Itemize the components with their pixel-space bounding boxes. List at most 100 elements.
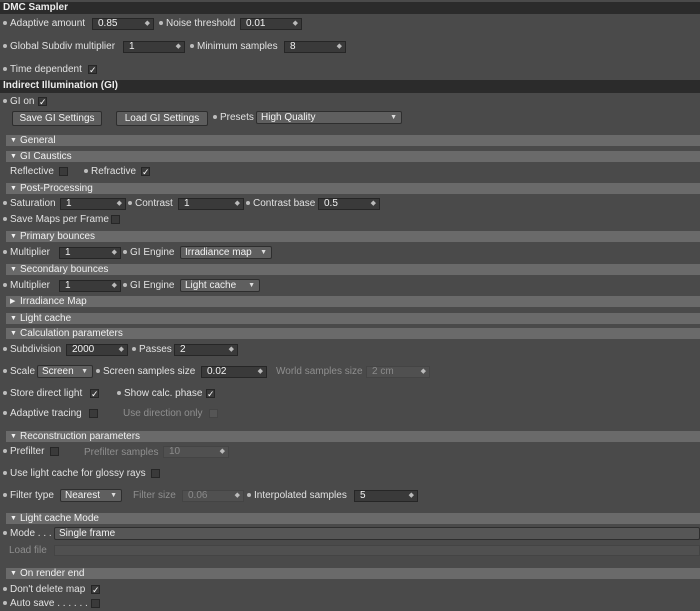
section-secondary-bounces[interactable]: ▼ Secondary bounces (6, 264, 700, 275)
presets-dropdown[interactable]: High Quality ▼ (256, 111, 402, 124)
noise-threshold-field[interactable]: 0.01 ◆ (240, 18, 302, 30)
spinner-icon[interactable]: ◆ (117, 199, 122, 209)
adaptive-amount-label: Adaptive amount (3, 18, 85, 30)
filter-size-label: Filter size (133, 490, 176, 501)
adaptive-tracing-label: Adaptive tracing (3, 408, 82, 420)
time-dependent-checkbox[interactable]: ✓ (88, 65, 97, 75)
glossy-rays-checkbox[interactable] (151, 469, 160, 478)
screen-samples-size-label: Screen samples size (96, 366, 195, 378)
primary-gi-engine-dropdown[interactable]: Irradiance map ▼ (180, 246, 272, 259)
mode-label: Mode . . . (3, 528, 52, 540)
expand-triangle-icon: ▼ (10, 137, 17, 144)
chevron-down-icon: ▼ (390, 114, 397, 121)
chevron-down-icon: ▼ (81, 368, 88, 375)
load-gi-settings-button[interactable]: Load GI Settings (116, 111, 208, 126)
show-calc-phase-label: Show calc. phase (117, 388, 202, 400)
expand-triangle-icon: ▼ (10, 433, 17, 440)
spinner-icon[interactable]: ◆ (145, 19, 150, 29)
section-gi-caustics[interactable]: ▼ GI Caustics (6, 151, 700, 162)
passes-field[interactable]: 2 ◆ (174, 344, 238, 356)
mode-dropdown[interactable]: Single frame (54, 527, 700, 540)
spinner-icon: ◆ (234, 492, 240, 499)
primary-gi-engine-label: GI Engine (123, 247, 174, 259)
dmc-sampler-header: DMC Sampler (0, 2, 700, 14)
adaptive-tracing-checkbox[interactable] (89, 409, 98, 418)
use-direction-only-label: Use direction only (123, 408, 203, 419)
spinner-icon[interactable]: ◆ (337, 42, 342, 52)
prefilter-samples-field: 10 ◆ (163, 446, 229, 458)
minimum-samples-field[interactable]: 8 ◆ (284, 41, 346, 53)
world-samples-size-field: 2 cm ◆ (366, 366, 430, 378)
minimum-samples-label: Minimum samples (190, 41, 278, 53)
secondary-gi-engine-label: GI Engine (123, 280, 174, 292)
section-light-cache[interactable]: ▼ Light cache (6, 313, 700, 324)
dont-delete-map-label: Don't delete map (3, 584, 85, 596)
spinner-icon[interactable]: ◆ (371, 199, 376, 209)
use-direction-only-checkbox (209, 409, 218, 418)
spinner-icon[interactable]: ◆ (293, 19, 298, 29)
section-on-render-end[interactable]: ▼ On render end (6, 568, 700, 579)
interpolated-samples-field[interactable]: 5 ◆ (354, 490, 418, 502)
spinner-icon[interactable]: ◆ (258, 367, 263, 377)
expand-triangle-icon: ▼ (10, 570, 17, 577)
section-primary-bounces[interactable]: ▼ Primary bounces (6, 231, 700, 242)
scale-dropdown[interactable]: Screen ▼ (37, 365, 93, 378)
spinner-icon[interactable]: ◆ (409, 491, 414, 501)
primary-multiplier-label: Multiplier (3, 247, 50, 259)
contrast-base-field[interactable]: 0.5 ◆ (318, 198, 380, 210)
interpolated-samples-label: Interpolated samples (247, 490, 347, 502)
adaptive-amount-field[interactable]: 0.85 ◆ (92, 18, 154, 30)
section-general[interactable]: ▼ General (6, 135, 700, 146)
expand-triangle-icon: ▼ (10, 185, 17, 192)
section-post-processing[interactable]: ▼ Post-Processing (6, 183, 700, 194)
filter-type-label: Filter type (3, 490, 54, 502)
contrast-label: Contrast (128, 198, 173, 210)
time-dependent-label: Time dependent (3, 64, 82, 76)
presets-label: Presets (213, 112, 254, 124)
auto-save-checkbox[interactable] (91, 599, 100, 608)
gi-header: Indirect Illumination (GI) (0, 80, 700, 93)
spinner-icon[interactable]: ◆ (112, 281, 117, 291)
screen-samples-size-field[interactable]: 0.02 ◆ (201, 366, 267, 378)
auto-save-label: Auto save . . . . . . . (3, 598, 93, 610)
secondary-multiplier-label: Multiplier (3, 280, 50, 292)
show-calc-phase-checkbox[interactable]: ✓ (206, 389, 215, 399)
saturation-field[interactable]: 1 ◆ (60, 198, 126, 210)
filter-type-dropdown[interactable]: Nearest ▼ (60, 489, 122, 502)
spinner-icon[interactable]: ◆ (119, 345, 124, 355)
secondary-gi-engine-dropdown[interactable]: Light cache ▼ (180, 279, 260, 292)
section-irradiance-map[interactable]: ▶ Irradiance Map (6, 296, 700, 307)
subdivision-field[interactable]: 2000 ◆ (66, 344, 128, 356)
section-calculation-parameters[interactable]: ▼ Calculation parameters (6, 328, 700, 339)
section-light-cache-mode[interactable]: ▼ Light cache Mode (6, 513, 700, 524)
dont-delete-map-checkbox[interactable]: ✓ (91, 585, 100, 595)
reflective-checkbox[interactable] (59, 167, 68, 176)
spinner-icon[interactable]: ◆ (229, 345, 234, 355)
global-subdiv-label: Global Subdiv multiplier (3, 41, 115, 53)
spinner-icon[interactable]: ◆ (235, 199, 240, 209)
primary-multiplier-field[interactable]: 1 ◆ (59, 247, 121, 259)
save-maps-per-frame-checkbox[interactable] (111, 215, 120, 224)
expand-triangle-icon: ▼ (10, 330, 17, 337)
refractive-label: Refractive (84, 166, 136, 178)
secondary-multiplier-field[interactable]: 1 ◆ (59, 280, 121, 292)
spinner-icon[interactable]: ◆ (112, 248, 117, 258)
expand-triangle-icon: ▼ (10, 233, 17, 240)
section-reconstruction-parameters[interactable]: ▼ Reconstruction parameters (6, 431, 700, 442)
store-direct-light-checkbox[interactable]: ✓ (90, 389, 99, 399)
contrast-field[interactable]: 1 ◆ (178, 198, 244, 210)
global-subdiv-field[interactable]: 1 ◆ (123, 41, 185, 53)
prefilter-checkbox[interactable] (50, 447, 59, 456)
glossy-rays-label: Use light cache for glossy rays (3, 468, 146, 480)
gi-on-checkbox[interactable]: ✓ (38, 97, 47, 107)
expand-triangle-icon: ▼ (10, 266, 17, 273)
spinner-icon[interactable]: ◆ (176, 42, 181, 52)
save-gi-settings-button[interactable]: Save GI Settings (12, 111, 102, 126)
refractive-checkbox[interactable]: ✓ (141, 167, 150, 177)
load-file-field (54, 545, 700, 556)
filter-size-field: 0.06 ◆ (182, 490, 244, 502)
save-maps-per-frame-label: Save Maps per Frame (3, 214, 109, 226)
noise-threshold-label: Noise threshold (159, 18, 235, 30)
subdivision-label: Subdivision (3, 344, 61, 356)
expand-triangle-icon: ▼ (10, 515, 17, 522)
